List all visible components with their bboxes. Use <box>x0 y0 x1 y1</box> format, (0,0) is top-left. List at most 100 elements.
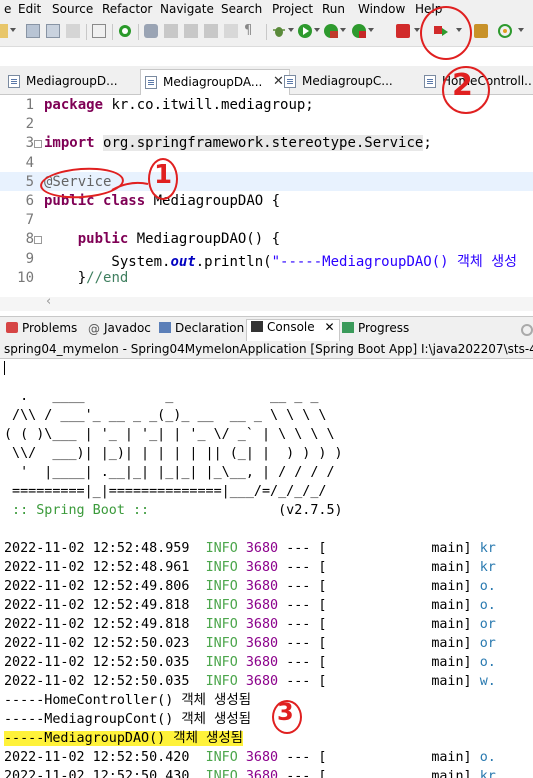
menu-item[interactable]: Run <box>322 2 345 16</box>
chevron-down-icon[interactable] <box>288 28 294 32</box>
line-number: 7 <box>25 212 34 229</box>
line-number: 2 <box>25 116 34 133</box>
log-source: o. <box>479 579 496 594</box>
editor-tab-label: MediagroupDA... <box>163 75 263 89</box>
menu-item[interactable]: Navigate <box>160 2 214 16</box>
progress-icon <box>342 322 354 333</box>
save-icon[interactable] <box>26 24 40 38</box>
open-type-icon[interactable] <box>92 24 106 38</box>
print-icon[interactable] <box>66 24 80 38</box>
java-file-icon <box>8 75 20 88</box>
editor-tab-active[interactable]: MediagroupDA... ✕ <box>140 69 290 95</box>
java-file-icon <box>424 75 436 88</box>
bookmark-icon[interactable] <box>164 24 178 38</box>
log-separator: --- [ <box>286 674 327 689</box>
chevron-down-icon[interactable] <box>368 28 374 32</box>
log-thread: main] <box>431 598 472 613</box>
gear-icon[interactable] <box>520 323 533 337</box>
chevron-down-icon[interactable] <box>340 28 346 32</box>
chevron-down-icon[interactable] <box>10 28 16 32</box>
chevron-down-icon[interactable] <box>314 28 320 32</box>
menu-item[interactable]: Search <box>221 2 262 16</box>
external-tools-icon[interactable] <box>352 24 366 38</box>
banner-line: /\\ / ___'_ __ _ _(_)_ __ __ _ \ \ \ \ <box>4 406 326 425</box>
view-tab-bar: Problems @ Javadoc Declaration Console ✕ … <box>0 316 533 342</box>
run-icon[interactable] <box>298 24 312 38</box>
tab-console[interactable]: Console ✕ <box>246 319 340 342</box>
log-line: 2022-11-02 12:52:49.818 INFO 3680 --- [ … <box>4 615 496 634</box>
log-separator: --- [ <box>286 750 327 765</box>
tab-progress[interactable]: Progress <box>342 321 409 339</box>
editor-tab[interactable]: MediagroupD... <box>4 69 130 94</box>
line-number: 3 <box>25 135 34 152</box>
annotation-icon[interactable] <box>184 24 198 38</box>
code-line[interactable]: package kr.co.itwill.mediagroup; <box>44 97 314 113</box>
code-token: //end <box>86 269 129 286</box>
tab-problems[interactable]: Problems <box>6 321 77 339</box>
log-thread: main] <box>431 655 472 670</box>
show-whitespace-icon[interactable]: ¶ <box>244 24 258 38</box>
close-icon[interactable]: ✕ <box>324 320 334 334</box>
editor-tab[interactable]: MediagroupC... <box>280 69 416 94</box>
log-line: 2022-11-02 12:52:49.818 INFO 3680 --- [ … <box>4 596 496 615</box>
toolbar-separator <box>112 24 113 40</box>
coverage-icon[interactable] <box>324 24 338 38</box>
log-level: INFO <box>205 598 238 613</box>
log-line: 2022-11-02 12:52:50.420 INFO 3680 --- [ … <box>4 748 496 767</box>
code-line[interactable]: System.out.println("-----MediagroupDAO()… <box>44 251 517 271</box>
log-line: 2022-11-02 12:52:50.023 INFO 3680 --- [ … <box>4 634 496 653</box>
scroll-left-icon[interactable]: ‹ <box>46 294 51 309</box>
line-number: 1 <box>25 97 34 113</box>
chevron-down-icon[interactable] <box>518 28 524 32</box>
log-pid: 3680 <box>245 541 279 556</box>
text-cursor <box>4 361 5 375</box>
code-line[interactable]: import org.springframework.stereotype.Se… <box>44 135 432 152</box>
new-icon[interactable] <box>0 24 8 38</box>
menu-item[interactable]: Edit <box>18 2 41 16</box>
console-output[interactable]: . ____ _ __ _ _ /\\ / ___'_ __ _ _(_)_ _… <box>0 358 533 778</box>
log-timestamp: 2022-11-02 12:52:49.806 <box>4 579 190 594</box>
fold-toggle-icon[interactable] <box>34 140 42 149</box>
open-resource-icon[interactable] <box>498 24 512 38</box>
menu-item[interactable]: Source <box>52 2 93 16</box>
log-separator: --- [ <box>286 560 327 575</box>
spring-boot-dashboard-icon[interactable] <box>474 24 488 38</box>
mark-occurrences-icon[interactable] <box>204 24 218 38</box>
stop-icon[interactable] <box>396 24 410 38</box>
line-number: 5 <box>25 173 34 190</box>
code-token: public <box>77 231 129 248</box>
horizontal-scrollbar[interactable]: ‹ <box>0 294 533 311</box>
code-token: System. <box>44 253 171 270</box>
menu-item[interactable]: Project <box>272 2 313 16</box>
toggle-breakpoint-icon[interactable] <box>118 24 132 38</box>
tab-declaration[interactable]: Declaration <box>159 321 244 339</box>
menu-item[interactable]: Refactor <box>102 2 152 16</box>
log-level: INFO <box>205 541 238 556</box>
menu-item[interactable]: e <box>4 2 11 16</box>
tab-label: Console <box>267 320 315 334</box>
code-line[interactable]: public MediagroupDAO() { <box>44 231 280 247</box>
debug-icon[interactable] <box>272 24 286 38</box>
block-selection-icon[interactable] <box>224 24 238 38</box>
code-line[interactable]: }//end <box>44 269 129 286</box>
fold-toggle-icon[interactable] <box>34 236 42 245</box>
message-text: -----HomeController() 객체 생성됨 <box>4 693 252 708</box>
banner-text: =========|_|==============|___/=/_/_/_/ <box>4 484 327 499</box>
tab-javadoc[interactable]: @ Javadoc <box>88 321 151 339</box>
log-level: INFO <box>205 750 238 765</box>
console-message: -----MediagroupDAO() 객체 생성됨 <box>4 729 243 748</box>
log-thread: main] <box>431 674 472 689</box>
log-separator: --- [ <box>286 636 327 651</box>
log-thread: main] <box>431 560 472 575</box>
save-all-icon[interactable] <box>46 24 60 38</box>
task-icon[interactable] <box>144 24 158 38</box>
log-source: kr <box>479 541 496 556</box>
log-thread: main] <box>431 636 472 651</box>
spring-boot-label: :: Spring Boot :: <box>4 503 150 518</box>
banner-text: . ____ _ __ _ _ <box>4 389 319 404</box>
log-source: o. <box>479 750 496 765</box>
menu-item[interactable]: Window <box>358 2 405 16</box>
log-separator: --- [ <box>286 655 327 670</box>
code-token: } <box>44 269 87 286</box>
declaration-icon <box>159 322 171 333</box>
